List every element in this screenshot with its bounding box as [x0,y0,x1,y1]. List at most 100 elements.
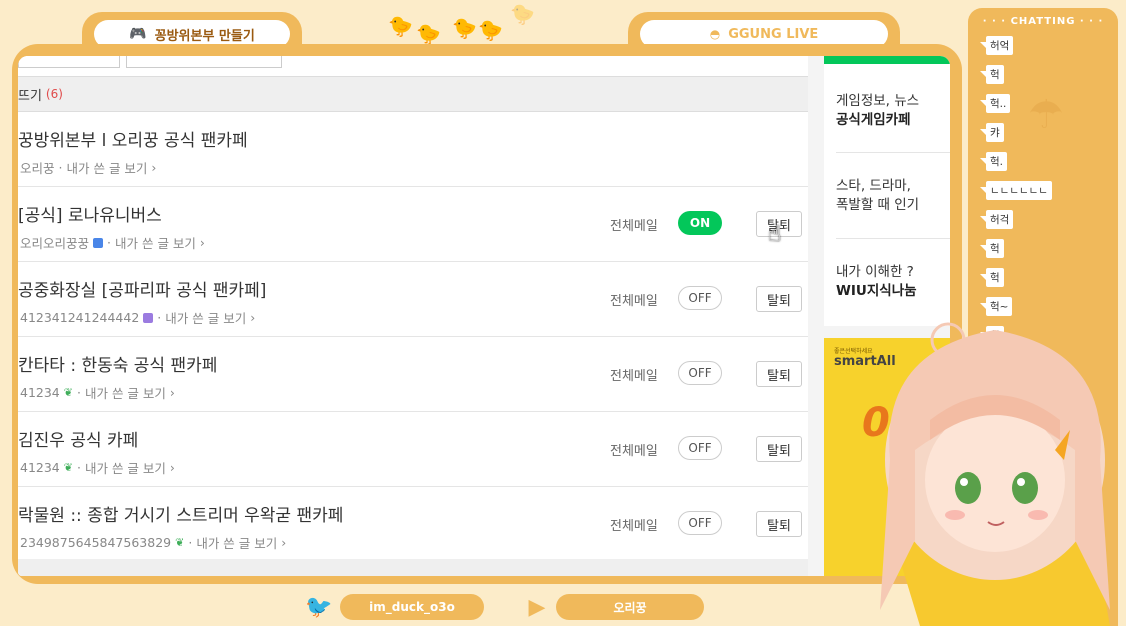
browser-screen: 뜨기 (6) 꿍방위본부 l 오리꿍 공식 팬카페 오리꿍 · 내가 쓴 글 보기 ›[… [18,56,950,576]
cafe-name-link[interactable]: 칸타타 : 한동숙 공식 팬카페 [18,351,217,376]
news-item[interactable]: 내가 이해한 ? WIU지식나눔 [836,263,950,301]
live-logo-icon: ◓ [709,27,721,41]
member-nickname: 41234 [20,385,60,400]
youtube-icon[interactable]: ▶ [520,590,554,624]
chat-message: ㄴㄴㄴㄴㄴㄴ [986,181,1052,200]
chevron-right-icon: › [250,310,256,325]
cafe-name-link[interactable]: 꿍방위본부 l 오리꿍 공식 팬카페 [18,126,248,151]
mail-toggle[interactable]: OFF [678,286,722,310]
divider [836,238,950,239]
news-line1: 스타, 드라마, [836,178,911,194]
mail-toggle[interactable]: OFF [678,361,722,385]
chevron-right-icon: › [169,460,175,475]
chat-message: 헉. [986,152,1007,171]
news-item[interactable]: 게임정보, 뉴스 공식게임카페 [836,92,950,130]
cafe-name-link[interactable]: 공중화장실 [공파리파 공식 팬카페] [18,276,266,301]
cafe-meta: 412341241244442 · 내가 쓴 글 보기 › [20,308,255,327]
my-posts-link[interactable]: 내가 쓴 글 보기 [85,458,166,477]
leave-cafe-button[interactable]: 탈퇴 [756,286,802,312]
cafe-row: 김진우 공식 카페 41234 ❦ · 내가 쓴 글 보기 › 전체메일 OFF 탈퇴 [18,412,808,487]
section-header: 뜨기 (6) [18,76,808,112]
duck-decoration: 🐤 [452,16,477,40]
duck-decoration: 🐤 [388,14,413,38]
separator-dot: · [157,310,162,325]
member-nickname: 오리오리꿍꿍 [20,236,90,251]
separator-dot: · [188,535,193,550]
vtuber-avatar [880,322,1110,626]
cafe-row: 꿍방위본부 l 오리꿍 공식 팬카페오리꿍 · 내가 쓴 글 보기 › [18,112,808,187]
chevron-right-icon: › [151,160,157,175]
green-top-bar [824,56,950,64]
chat-title: · · · CHATTING · · · [982,16,1104,27]
gamepad-icon: 🎮 [129,26,147,42]
cafe-row: 공중화장실 [공파리파 공식 팬카페] 412341241244442 · 내가 쓴 … [18,262,808,337]
chat-message: 허걱 [986,210,1014,229]
news-line2: 공식게임카페 [836,112,911,128]
leave-cafe-button[interactable]: 탈퇴 [756,436,802,462]
live-tab-label: GGUNG LIVE [728,26,819,42]
chat-message: 헉 [986,268,1004,287]
cafe-list-panel: 뜨기 (6) 꿍방위본부 l 오리꿍 공식 팬카페 오리꿍 · 내가 쓴 글 보기 ›[… [18,56,950,576]
cafe-meta: 오리오리꿍꿍 · 내가 쓴 글 보기 › [20,233,205,252]
duck-decoration: 🐤 [510,2,535,26]
member-nickname: 2349875645847563829 [20,535,172,550]
separator-dot: · [107,235,111,250]
cafe-meta: 오리꿍 · 내가 쓴 글 보기 › [20,158,156,177]
mail-toggle[interactable]: OFF [678,511,722,535]
sprout-icon: ❦ [63,386,73,399]
cafe-name-link[interactable]: [공식] 로나유니버스 [18,201,162,226]
chat-message: 헉.. [986,94,1011,113]
member-level-icon [143,312,154,323]
leave-cafe-button[interactable]: 탈퇴 [756,361,802,387]
separator-dot: · [76,460,81,475]
sprout-icon: ❦ [175,536,185,549]
section-count: (6) [45,87,63,101]
chevron-right-icon: › [281,535,287,550]
cafe-meta: 2349875645847563829 ❦ · 내가 쓴 글 보기 › [20,533,286,552]
duck-decoration: 🐤 [478,18,503,42]
mail-label: 전체메일 [610,219,658,234]
my-posts-link[interactable]: 내가 쓴 글 보기 [85,383,166,402]
twitter-handle: im_duck_o3o [340,594,484,620]
news-item[interactable]: 스타, 드라마, 폭발할 때 인기 [836,177,950,215]
list-footer [18,559,808,576]
title-tab-label: 꽁방위본부 만들기 [154,28,255,44]
chat-message: 허억 [986,36,1014,55]
mail-label: 전체메일 [610,444,658,459]
cafe-row: 락물원 :: 종합 거시기 스트리머 우왁굳 팬카페23498756458475… [18,487,808,562]
my-posts-link[interactable]: 내가 쓴 글 보기 [165,308,246,327]
separator-dot: · [58,160,63,175]
my-posts-link[interactable]: 내가 쓴 글 보기 [67,158,148,177]
umbrella-icon: ☂ [1028,92,1064,138]
cafe-name-link[interactable]: 락물원 :: 종합 거시기 스트리머 우왁굳 팬카페 [18,501,343,526]
member-level-icon [93,237,104,248]
news-line2: WIU지식나눔 [836,283,917,299]
member-nickname: 412341241244442 [20,310,140,325]
cafe-row: 칸타타 : 한동숙 공식 팬카페 41234 ❦ · 내가 쓴 글 보기 › 전체메일 OFF… [18,337,808,412]
mail-toggle[interactable]: OFF [678,436,722,460]
member-nickname: 41234 [20,460,60,475]
chat-message: 헉 [986,65,1004,84]
my-posts-link[interactable]: 내가 쓴 글 보기 [115,233,196,252]
chevron-right-icon: › [199,235,205,250]
mail-label: 전체메일 [610,369,658,384]
duck-decoration: 🐤 [416,22,441,46]
news-line1: 게임정보, 뉴스 [836,93,920,109]
sprout-icon: ❦ [63,461,73,474]
chat-message: 캬 [986,123,1004,142]
mail-label: 전체메일 [610,519,658,534]
hand-cursor-icon: ☝ [768,222,782,247]
cafe-meta: 41234 ❦ · 내가 쓴 글 보기 › [20,383,175,402]
cafe-name-link[interactable]: 김진우 공식 카페 [18,426,138,451]
leave-cafe-button[interactable]: 탈퇴 [756,511,802,537]
separator-dot: · [76,385,81,400]
chat-message: 헉 [986,239,1004,258]
member-nickname: 오리꿍 [20,161,55,176]
my-posts-link[interactable]: 내가 쓴 글 보기 [196,533,277,552]
cafe-meta: 41234 ❦ · 내가 쓴 글 보기 › [20,458,175,477]
top-tab-button[interactable] [126,56,282,68]
twitter-icon[interactable]: 🐦 [302,590,336,624]
cafe-row: [공식] 로나유니버스 오리오리꿍꿍 · 내가 쓴 글 보기 › 전체메일 ON 탈퇴 [18,187,808,262]
top-tab-button[interactable] [18,56,120,68]
mail-toggle[interactable]: ON [678,211,722,235]
